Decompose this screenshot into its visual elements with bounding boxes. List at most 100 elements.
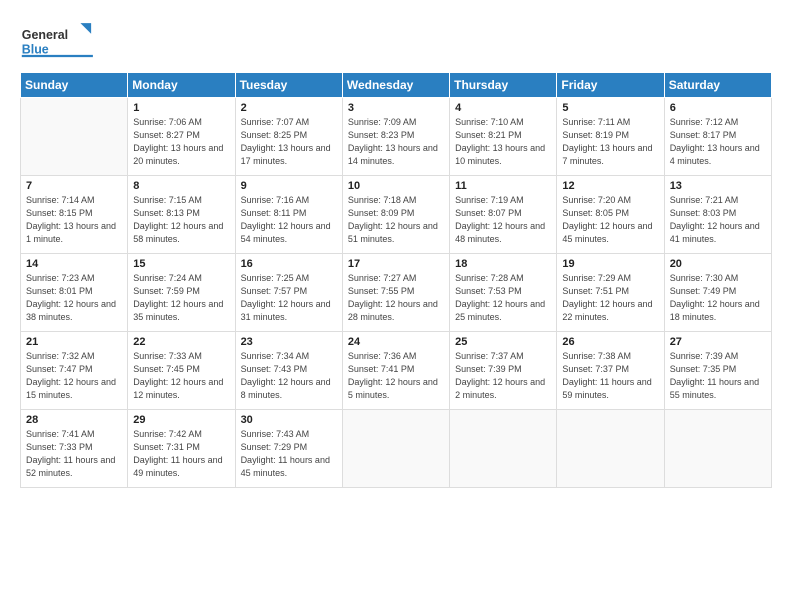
col-friday: Friday	[557, 73, 664, 98]
logo: General Blue	[20, 18, 100, 62]
calendar-table: Sunday Monday Tuesday Wednesday Thursday…	[20, 72, 772, 488]
day-number: 1	[133, 102, 229, 114]
calendar-cell: 12 Sunrise: 7:20 AMSunset: 8:05 PMDayligh…	[557, 176, 664, 254]
day-info: Sunrise: 7:32 AMSunset: 7:47 PMDaylight:…	[26, 350, 122, 402]
calendar-cell: 18Sunrise: 7:28 AMSunset: 7:53 PMDayligh…	[450, 254, 557, 332]
calendar-cell: 21 Sunrise: 7:32 AMSunset: 7:47 PMDayligh…	[21, 332, 128, 410]
week-row: 28 Sunrise: 7:41 AMSunset: 7:33 PMDayligh…	[21, 410, 772, 488]
day-info: Sunrise: 7:23 AMSunset: 8:01 PMDaylight:…	[26, 272, 122, 324]
svg-text:Blue: Blue	[22, 42, 49, 56]
day-info: Sunrise: 7:25 AMSunset: 7:57 PMDaylight:…	[241, 272, 337, 324]
day-number: 24	[348, 336, 444, 348]
day-number: 29	[133, 414, 229, 426]
calendar-cell: 17 Sunrise: 7:27 AMSunset: 7:55 PMDayligh…	[342, 254, 449, 332]
week-row: 21 Sunrise: 7:32 AMSunset: 7:47 PMDayligh…	[21, 332, 772, 410]
day-number: 15	[133, 258, 229, 270]
calendar-cell: 20 Sunrise: 7:30 AMSunset: 7:49 PMDayligh…	[664, 254, 771, 332]
calendar-header: Sunday Monday Tuesday Wednesday Thursday…	[21, 73, 772, 98]
day-info: Sunrise: 7:27 AMSunset: 7:55 PMDaylight:…	[348, 272, 444, 324]
day-number: 21	[26, 336, 122, 348]
day-number: 12	[562, 180, 658, 192]
day-number: 30	[241, 414, 337, 426]
calendar-cell: 29Sunrise: 7:42 AMSunset: 7:31 PMDayligh…	[128, 410, 235, 488]
logo-svg: General Blue	[20, 18, 100, 62]
day-number: 27	[670, 336, 766, 348]
col-wednesday: Wednesday	[342, 73, 449, 98]
day-info: Sunrise: 7:09 AMSunset: 8:23 PMDaylight:…	[348, 116, 444, 168]
day-info: Sunrise: 7:12 AMSunset: 8:17 PMDaylight:…	[670, 116, 766, 168]
calendar-cell: 3 Sunrise: 7:09 AMSunset: 8:23 PMDaylight…	[342, 98, 449, 176]
calendar-cell: 7 Sunrise: 7:14 AMSunset: 8:15 PMDaylight…	[21, 176, 128, 254]
day-number: 11	[455, 180, 551, 192]
day-info: Sunrise: 7:30 AMSunset: 7:49 PMDaylight:…	[670, 272, 766, 324]
calendar-cell: 24 Sunrise: 7:36 AMSunset: 7:41 PMDayligh…	[342, 332, 449, 410]
calendar-cell: 10 Sunrise: 7:18 AMSunset: 8:09 PMDayligh…	[342, 176, 449, 254]
day-info: Sunrise: 7:43 AMSunset: 7:29 PMDaylight:…	[241, 428, 337, 480]
day-number: 25	[455, 336, 551, 348]
calendar-cell: 15 Sunrise: 7:24 AMSunset: 7:59 PMDayligh…	[128, 254, 235, 332]
calendar-cell	[557, 410, 664, 488]
calendar-body: 1 Sunrise: 7:06 AMSunset: 8:27 PMDaylight…	[21, 98, 772, 488]
calendar-cell: 16Sunrise: 7:25 AMSunset: 7:57 PMDayligh…	[235, 254, 342, 332]
day-number: 26	[562, 336, 658, 348]
calendar-cell	[664, 410, 771, 488]
day-info: Sunrise: 7:36 AMSunset: 7:41 PMDaylight:…	[348, 350, 444, 402]
col-tuesday: Tuesday	[235, 73, 342, 98]
col-thursday: Thursday	[450, 73, 557, 98]
day-info: Sunrise: 7:38 AMSunset: 7:37 PMDaylight:…	[562, 350, 658, 402]
day-info: Sunrise: 7:21 AMSunset: 8:03 PMDaylight:…	[670, 194, 766, 246]
calendar-cell: 9Sunrise: 7:16 AMSunset: 8:11 PMDaylight…	[235, 176, 342, 254]
day-number: 20	[670, 258, 766, 270]
calendar-cell	[450, 410, 557, 488]
day-number: 17	[348, 258, 444, 270]
day-number: 8	[133, 180, 229, 192]
calendar-cell	[342, 410, 449, 488]
svg-text:General: General	[22, 28, 68, 42]
col-sunday: Sunday	[21, 73, 128, 98]
day-number: 19	[562, 258, 658, 270]
day-info: Sunrise: 7:11 AMSunset: 8:19 PMDaylight:…	[562, 116, 658, 168]
day-number: 18	[455, 258, 551, 270]
day-number: 9	[241, 180, 337, 192]
calendar-cell: 26 Sunrise: 7:38 AMSunset: 7:37 PMDayligh…	[557, 332, 664, 410]
day-info: Sunrise: 7:29 AMSunset: 7:51 PMDaylight:…	[562, 272, 658, 324]
calendar-cell: 30 Sunrise: 7:43 AMSunset: 7:29 PMDayligh…	[235, 410, 342, 488]
day-number: 13	[670, 180, 766, 192]
day-info: Sunrise: 7:14 AMSunset: 8:15 PMDaylight:…	[26, 194, 122, 246]
calendar-cell: 6Sunrise: 7:12 AMSunset: 8:17 PMDaylight…	[664, 98, 771, 176]
day-number: 10	[348, 180, 444, 192]
day-info: Sunrise: 7:24 AMSunset: 7:59 PMDaylight:…	[133, 272, 229, 324]
calendar-cell: 22Sunrise: 7:33 AMSunset: 7:45 PMDayligh…	[128, 332, 235, 410]
day-info: Sunrise: 7:06 AMSunset: 8:27 PMDaylight:…	[133, 116, 229, 168]
day-number: 5	[562, 102, 658, 114]
calendar-cell	[21, 98, 128, 176]
col-saturday: Saturday	[664, 73, 771, 98]
header-row: Sunday Monday Tuesday Wednesday Thursday…	[21, 73, 772, 98]
week-row: 7 Sunrise: 7:14 AMSunset: 8:15 PMDaylight…	[21, 176, 772, 254]
day-number: 7	[26, 180, 122, 192]
page: General Blue Sunday Monday Tuesday Wedne…	[0, 0, 792, 612]
day-info: Sunrise: 7:37 AMSunset: 7:39 PMDaylight:…	[455, 350, 551, 402]
day-number: 28	[26, 414, 122, 426]
col-monday: Monday	[128, 73, 235, 98]
day-number: 23	[241, 336, 337, 348]
calendar-cell: 4Sunrise: 7:10 AMSunset: 8:21 PMDaylight…	[450, 98, 557, 176]
header: General Blue	[20, 18, 772, 62]
calendar-cell: 2Sunrise: 7:07 AMSunset: 8:25 PMDaylight…	[235, 98, 342, 176]
calendar-cell: 19 Sunrise: 7:29 AMSunset: 7:51 PMDayligh…	[557, 254, 664, 332]
day-info: Sunrise: 7:19 AMSunset: 8:07 PMDaylight:…	[455, 194, 551, 246]
day-info: Sunrise: 7:15 AMSunset: 8:13 PMDaylight:…	[133, 194, 229, 246]
day-number: 14	[26, 258, 122, 270]
calendar-cell: 23Sunrise: 7:34 AMSunset: 7:43 PMDayligh…	[235, 332, 342, 410]
calendar-cell: 27 Sunrise: 7:39 AMSunset: 7:35 PMDayligh…	[664, 332, 771, 410]
calendar-cell: 1 Sunrise: 7:06 AMSunset: 8:27 PMDaylight…	[128, 98, 235, 176]
week-row: 14 Sunrise: 7:23 AMSunset: 8:01 PMDayligh…	[21, 254, 772, 332]
calendar-cell: 25 Sunrise: 7:37 AMSunset: 7:39 PMDayligh…	[450, 332, 557, 410]
day-info: Sunrise: 7:39 AMSunset: 7:35 PMDaylight:…	[670, 350, 766, 402]
calendar-cell: 8 Sunrise: 7:15 AMSunset: 8:13 PMDaylight…	[128, 176, 235, 254]
day-info: Sunrise: 7:18 AMSunset: 8:09 PMDaylight:…	[348, 194, 444, 246]
day-info: Sunrise: 7:41 AMSunset: 7:33 PMDaylight:…	[26, 428, 122, 480]
calendar-cell: 5 Sunrise: 7:11 AMSunset: 8:19 PMDaylight…	[557, 98, 664, 176]
day-number: 3	[348, 102, 444, 114]
day-info: Sunrise: 7:20 AMSunset: 8:05 PMDaylight:…	[562, 194, 658, 246]
